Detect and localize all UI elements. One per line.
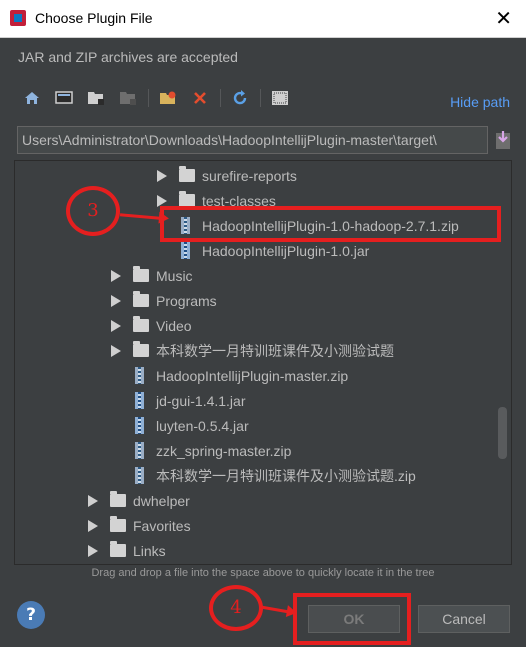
zip-file-icon bbox=[135, 367, 144, 384]
title-bar: Choose Plugin File ✕ bbox=[0, 0, 526, 38]
expand-arrow-icon[interactable] bbox=[88, 545, 98, 557]
folder-icon bbox=[133, 341, 149, 357]
tree-item-label: surefire-reports bbox=[202, 168, 297, 184]
tree-item-label: Programs bbox=[156, 293, 217, 309]
expand-arrow-icon[interactable] bbox=[157, 170, 167, 182]
folder-icon bbox=[110, 516, 126, 532]
expand-arrow-icon[interactable] bbox=[88, 520, 98, 532]
home-icon[interactable] bbox=[20, 86, 44, 110]
tree-scrollbar[interactable] bbox=[498, 407, 507, 459]
expand-arrow-icon[interactable] bbox=[111, 270, 121, 282]
expand-arrow-icon[interactable] bbox=[111, 295, 121, 307]
jar-file-icon bbox=[135, 417, 144, 434]
folder-icon bbox=[110, 541, 126, 557]
dialog-description: JAR and ZIP archives are accepted bbox=[18, 49, 238, 65]
annotation-box-selected-zip bbox=[160, 206, 501, 242]
window-title: Choose Plugin File bbox=[35, 10, 153, 26]
tree-item-label: HadoopIntellijPlugin-master.zip bbox=[156, 368, 349, 384]
expand-arrow-icon[interactable] bbox=[111, 320, 121, 332]
tree-item-label: Video bbox=[156, 318, 192, 334]
tree-item-label: zzk_spring-master.zip bbox=[156, 443, 292, 459]
cancel-button[interactable]: Cancel bbox=[418, 605, 510, 633]
tree-item-label: dwhelper bbox=[133, 493, 190, 509]
expand-arrow-icon[interactable] bbox=[88, 495, 98, 507]
show-hidden-icon[interactable] bbox=[268, 86, 292, 110]
help-button[interactable]: ? bbox=[17, 601, 45, 629]
toolbar-separator bbox=[220, 89, 221, 107]
tree-item-label: jd-gui-1.4.1.jar bbox=[156, 393, 246, 409]
toolbar-separator bbox=[260, 89, 261, 107]
tree-item-label: Music bbox=[156, 268, 193, 284]
intellij-app-icon bbox=[10, 10, 26, 26]
module-folder-icon[interactable] bbox=[116, 86, 140, 110]
annotation-step-3: 3 bbox=[66, 186, 120, 236]
folder-icon bbox=[133, 266, 149, 282]
annotation-step-4: 4 bbox=[209, 585, 263, 631]
close-icon[interactable]: ✕ bbox=[495, 6, 512, 30]
folder-icon bbox=[133, 291, 149, 307]
path-field[interactable] bbox=[17, 126, 488, 154]
tree-item-label: Favorites bbox=[133, 518, 191, 534]
drag-drop-hint: Drag and drop a file into the space abov… bbox=[91, 567, 435, 579]
tree-item-label: luyten-0.5.4.jar bbox=[156, 418, 249, 434]
tree-item-label: Links bbox=[133, 543, 166, 559]
zip-file-icon bbox=[135, 442, 144, 459]
toolbar-separator bbox=[148, 89, 149, 107]
folder-icon bbox=[133, 316, 149, 332]
path-input[interactable] bbox=[22, 127, 487, 153]
desktop-icon[interactable] bbox=[52, 86, 76, 110]
refresh-icon[interactable] bbox=[228, 86, 252, 110]
folder-icon bbox=[110, 491, 126, 507]
project-folder-icon[interactable] bbox=[84, 86, 108, 110]
hide-path-link[interactable]: Hide path bbox=[450, 94, 510, 110]
expand-arrow-icon[interactable] bbox=[111, 345, 121, 357]
jar-file-icon bbox=[181, 242, 190, 259]
tree-item-label: 本科数学一月特训班课件及小测验试题 bbox=[156, 343, 394, 359]
jar-file-icon bbox=[135, 392, 144, 409]
delete-icon[interactable] bbox=[188, 86, 212, 110]
folder-icon bbox=[179, 166, 195, 182]
zip-file-icon bbox=[135, 467, 144, 484]
tree-item-label: 本科数学一月特训班课件及小测验试题.zip bbox=[156, 468, 416, 484]
file-chooser-toolbar: Hide path bbox=[16, 86, 510, 114]
annotation-box-ok bbox=[293, 593, 411, 645]
path-history-icon[interactable] bbox=[493, 129, 513, 151]
new-folder-icon[interactable] bbox=[156, 86, 180, 110]
tree-item-label: HadoopIntellijPlugin-1.0.jar bbox=[202, 243, 370, 259]
annotation-arrow-4 bbox=[261, 605, 289, 614]
